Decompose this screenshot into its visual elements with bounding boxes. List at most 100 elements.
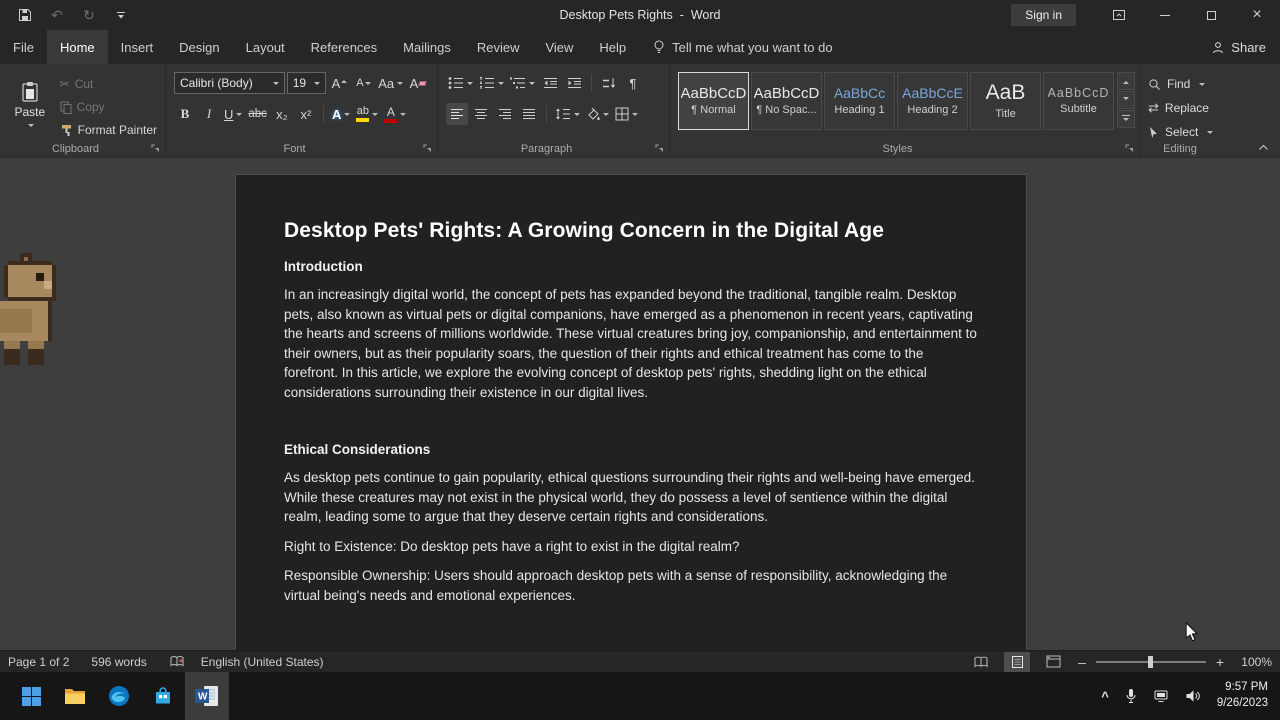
language-indicator[interactable]: English (United States) (201, 655, 324, 669)
zoom-slider[interactable] (1096, 661, 1206, 663)
multilevel-list-button[interactable] (508, 72, 537, 94)
styles-scroll-down-button[interactable] (1117, 91, 1135, 109)
increase-indent-button[interactable] (563, 72, 585, 94)
styles-dialog-launcher[interactable] (1125, 144, 1135, 154)
document-paragraph[interactable]: In an increasingly digital world, the co… (284, 285, 978, 402)
line-spacing-button[interactable] (553, 103, 582, 125)
text-effects-button[interactable]: A (330, 103, 352, 125)
print-layout-button[interactable] (1004, 652, 1030, 672)
shading-button[interactable] (584, 103, 611, 125)
document-paragraph[interactable]: As desktop pets continue to gain popular… (284, 468, 978, 527)
taskbar-clock[interactable]: 9:57 PM 9/26/2023 (1217, 680, 1268, 711)
customize-quick-access-button[interactable] (106, 0, 136, 30)
zoom-level[interactable]: 100% (1234, 655, 1272, 669)
sign-in-button[interactable]: Sign in (1011, 4, 1076, 26)
document-heading-introduction[interactable]: Introduction (284, 259, 978, 274)
subscript-button[interactable]: x₂ (271, 103, 293, 125)
change-case-button[interactable]: Aa (376, 72, 405, 94)
zoom-out-button[interactable]: – (1076, 654, 1088, 670)
tab-help[interactable]: Help (586, 30, 639, 64)
tab-review[interactable]: Review (464, 30, 533, 64)
zoom-in-button[interactable]: + (1214, 654, 1226, 670)
save-button[interactable] (10, 0, 40, 30)
bold-button[interactable]: B (174, 103, 196, 125)
ribbon-display-options-button[interactable] (1096, 0, 1142, 30)
document-title[interactable]: Desktop Pets' Rights: A Growing Concern … (284, 219, 978, 243)
read-mode-button[interactable] (968, 652, 994, 672)
page-indicator[interactable]: Page 1 of 2 (8, 655, 69, 669)
volume-tray-button[interactable] (1185, 689, 1201, 703)
word-count[interactable]: 596 words (91, 655, 146, 669)
document-heading-ethical[interactable]: Ethical Considerations (284, 442, 978, 457)
cut-button[interactable]: ✂ Cut (60, 74, 157, 94)
highlight-color-button[interactable]: ab (354, 103, 380, 125)
tab-view[interactable]: View (532, 30, 586, 64)
paste-button[interactable]: Paste (8, 72, 52, 136)
proofing-status-button[interactable] (169, 655, 185, 668)
redo-button[interactable]: ↻ (74, 0, 104, 30)
tab-home[interactable]: Home (47, 30, 108, 64)
edge-browser-button[interactable] (97, 672, 141, 720)
zoom-slider-handle[interactable] (1148, 656, 1153, 668)
share-button[interactable]: Share (1211, 30, 1266, 64)
hidden-icons-chevron[interactable]: ^ (1101, 689, 1109, 704)
styles-scroll-up-button[interactable] (1117, 72, 1135, 90)
microphone-tray-button[interactable] (1125, 688, 1137, 704)
tab-design[interactable]: Design (166, 30, 232, 64)
styles-more-button[interactable] (1117, 110, 1135, 128)
file-explorer-button[interactable] (53, 672, 97, 720)
web-layout-button[interactable] (1040, 652, 1066, 672)
decrease-indent-button[interactable] (539, 72, 561, 94)
justify-button[interactable] (518, 103, 540, 125)
find-button[interactable]: Find (1148, 74, 1213, 94)
sort-button[interactable] (598, 72, 620, 94)
borders-button[interactable] (613, 103, 640, 125)
tab-layout[interactable]: Layout (233, 30, 298, 64)
style-subtitle[interactable]: AaBbCcD Subtitle (1043, 72, 1114, 130)
grow-font-button[interactable]: A (328, 72, 350, 94)
underline-button[interactable]: U (222, 103, 244, 125)
paragraph-dialog-launcher[interactable] (655, 144, 665, 154)
copy-button[interactable]: Copy (60, 97, 157, 117)
font-size-select[interactable]: 19 (287, 72, 327, 94)
document-paragraph[interactable]: Right to Existence: Do desktop pets have… (284, 537, 978, 557)
minimize-button[interactable] (1142, 0, 1188, 30)
align-center-button[interactable] (470, 103, 492, 125)
tab-references[interactable]: References (298, 30, 390, 64)
style-title[interactable]: AaB Title (970, 72, 1041, 130)
network-tray-button[interactable] (1153, 689, 1169, 703)
shrink-font-button[interactable]: A (352, 72, 374, 94)
document-page[interactable]: Desktop Pets' Rights: A Growing Concern … (235, 174, 1027, 650)
font-name-select[interactable]: Calibri (Body) (174, 72, 285, 94)
tab-file[interactable]: File (0, 30, 47, 64)
align-right-button[interactable] (494, 103, 516, 125)
italic-button[interactable]: I (198, 103, 220, 125)
maximize-button[interactable] (1188, 0, 1234, 30)
bullets-button[interactable] (446, 72, 475, 94)
close-button[interactable]: × (1234, 0, 1280, 30)
document-paragraph[interactable]: Responsible Ownership: Users should appr… (284, 566, 978, 605)
style-heading-2[interactable]: AaBbCcE Heading 2 (897, 72, 968, 130)
store-button[interactable] (141, 672, 185, 720)
tab-insert[interactable]: Insert (108, 30, 167, 64)
numbering-button[interactable] (477, 72, 506, 94)
desktop-pet[interactable] (0, 253, 64, 373)
tab-mailings[interactable]: Mailings (390, 30, 464, 64)
align-left-button[interactable] (446, 103, 468, 125)
superscript-button[interactable]: x² (295, 103, 317, 125)
start-button[interactable] (9, 672, 53, 720)
show-hide-marks-button[interactable]: ¶ (622, 72, 644, 94)
collapse-ribbon-button[interactable] (1254, 141, 1272, 153)
font-dialog-launcher[interactable] (423, 144, 433, 154)
word-taskbar-button[interactable]: W (185, 672, 229, 720)
replace-button[interactable]: ⇄ Replace (1148, 98, 1213, 118)
clipboard-dialog-launcher[interactable] (151, 144, 161, 154)
font-color-button[interactable]: A (382, 103, 408, 125)
tell-me-box[interactable]: Tell me what you want to do (653, 30, 832, 64)
strikethrough-button[interactable]: abc (246, 103, 269, 125)
select-button[interactable]: Select (1148, 122, 1213, 142)
format-painter-button[interactable]: Format Painter (60, 120, 157, 140)
style-no-spacing[interactable]: AaBbCcDc ¶ No Spac... (751, 72, 822, 130)
style-heading-1[interactable]: AaBbCc Heading 1 (824, 72, 895, 130)
style-normal[interactable]: AaBbCcDc ¶ Normal (678, 72, 749, 130)
